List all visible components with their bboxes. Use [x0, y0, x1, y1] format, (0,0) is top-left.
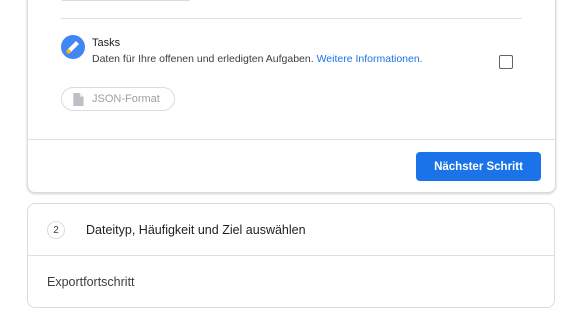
step-2-title: Dateityp, Häufigkeit und Ziel auswählen	[86, 223, 306, 237]
product-selection-card: Tasks Daten für Ihre offenen und erledig…	[27, 0, 556, 193]
more-info-link[interactable]: Weitere Informationen.	[317, 53, 423, 65]
format-chip-label: JSON-Format	[92, 93, 160, 105]
product-divider	[61, 18, 522, 19]
product-name: Tasks	[92, 37, 121, 49]
step-number-badge: 2	[47, 221, 65, 239]
google-tasks-icon	[61, 35, 85, 59]
export-steps-card: 2 Dateityp, Häufigkeit und Ziel auswähle…	[27, 203, 555, 308]
product-description-text: Daten für Ihre offenen und erledigten Au…	[92, 53, 314, 65]
format-chip[interactable]: JSON-Format	[61, 87, 175, 111]
next-step-button[interactable]: Nächster Schritt	[416, 152, 541, 181]
card-footer-divider	[28, 139, 555, 140]
include-tasks-checkbox[interactable]	[499, 55, 513, 69]
product-description: Daten für Ihre offenen und erledigten Au…	[92, 53, 423, 65]
export-progress-title: Exportfortschritt	[47, 275, 135, 289]
step-2-header[interactable]: 2 Dateityp, Häufigkeit und Ziel auswähle…	[28, 204, 554, 256]
document-icon	[73, 92, 84, 106]
previous-item-edge	[62, 0, 190, 1]
